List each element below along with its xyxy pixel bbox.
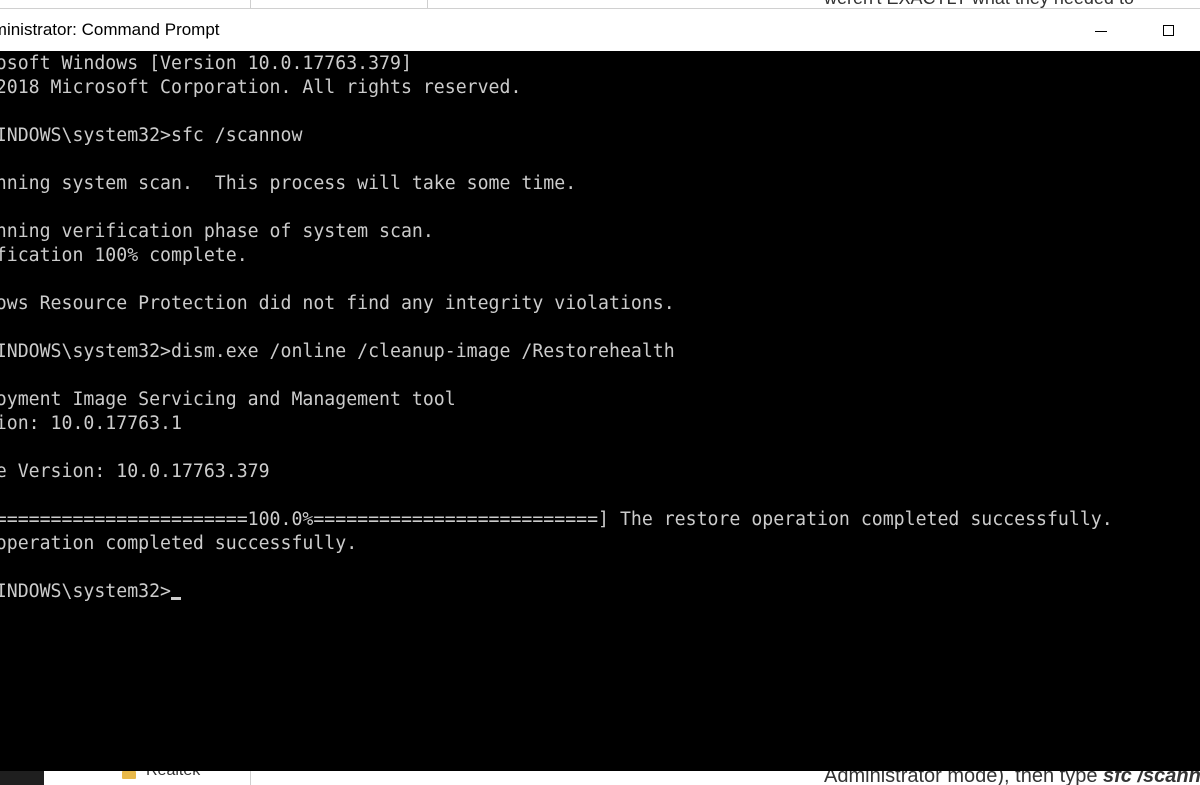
background-divider bbox=[250, 0, 251, 8]
maximize-button[interactable] bbox=[1145, 9, 1191, 51]
console-line: Microsoft Windows [Version 10.0.17763.37… bbox=[0, 53, 412, 74]
console-line: Beginning verification phase of system s… bbox=[0, 221, 434, 242]
console-line: C:\WINDOWS\system32>sfc /scannow bbox=[0, 125, 303, 146]
minimize-icon bbox=[1095, 30, 1107, 32]
console-line: (c) 2018 Microsoft Corporation. All righ… bbox=[0, 77, 522, 98]
console-output[interactable]: Microsoft Windows [Version 10.0.17763.37… bbox=[0, 51, 1200, 771]
background-text-top: weren't EXACTLY what they needed to bbox=[824, 0, 1134, 8]
screen: weren't EXACTLY what they needed to Admi… bbox=[0, 0, 1200, 785]
console-line: C:\WINDOWS\system32>dism.exe /online /cl… bbox=[0, 341, 675, 362]
console-line: Verification 100% complete. bbox=[0, 245, 248, 266]
command-prompt-window[interactable]: Administrator: Command Prompt Microsoft … bbox=[0, 8, 1200, 771]
console-line: Image Version: 10.0.17763.379 bbox=[0, 461, 270, 482]
console-line: C:\WINDOWS\system32> bbox=[0, 580, 1113, 604]
window-title: Administrator: Command Prompt bbox=[0, 20, 220, 39]
background-document-top: weren't EXACTLY what they needed to bbox=[0, 0, 1200, 8]
background-document-bottom: Realtek Administrator mode), then type s… bbox=[0, 771, 1200, 785]
console-line: Beginning system scan. This process will… bbox=[0, 173, 577, 194]
console-line: Windows Resource Protection did not find… bbox=[0, 293, 675, 314]
background-text-bottom-command: sfc /scannow bbox=[1103, 771, 1200, 785]
explorer-sidebar bbox=[0, 771, 44, 785]
console-line: [==========================100.0%=======… bbox=[0, 509, 1113, 530]
background-text-bottom-prefix: Administrator mode), then type bbox=[824, 771, 1104, 785]
explorer-item-label: Realtek bbox=[146, 771, 200, 780]
background-explorer: Realtek bbox=[0, 771, 251, 785]
text-cursor bbox=[171, 597, 181, 600]
maximize-icon bbox=[1162, 24, 1174, 36]
minimize-button[interactable] bbox=[1078, 9, 1124, 51]
background-text-bottom: Administrator mode), then type sfc /scan… bbox=[824, 771, 1200, 785]
console-line: Deployment Image Servicing and Managemen… bbox=[0, 389, 456, 410]
console-line: The operation completed successfully. bbox=[0, 533, 358, 554]
console-line: Version: 10.0.17763.1 bbox=[0, 413, 182, 434]
background-divider bbox=[427, 0, 428, 8]
title-bar[interactable]: Administrator: Command Prompt bbox=[0, 8, 1200, 51]
folder-icon bbox=[122, 771, 136, 779]
console-lines: Microsoft Windows [Version 10.0.17763.37… bbox=[0, 52, 1113, 604]
background-divider bbox=[250, 771, 251, 785]
